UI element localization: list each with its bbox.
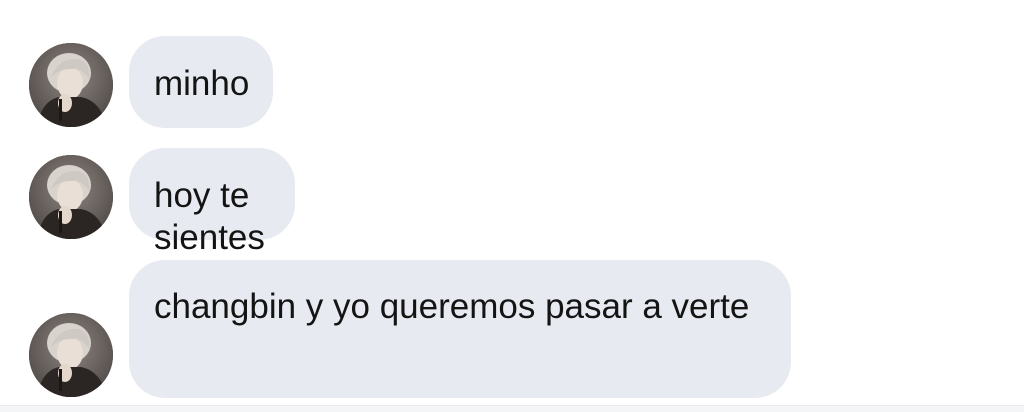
message-bubble[interactable]: hoy te sientes bien para visitas? xyxy=(129,148,295,383)
message-bubble[interactable]: minho xyxy=(129,36,274,128)
message-text: changbin y yo queremos pasar a verte xyxy=(154,287,750,326)
avatar-photo-icon xyxy=(29,43,113,127)
avatar-photo-icon xyxy=(29,155,113,239)
avatar[interactable] xyxy=(29,43,113,127)
avatar[interactable] xyxy=(29,313,113,397)
message-bubble[interactable]: changbin y yo queremos pasar a verte xyxy=(129,260,791,398)
divider xyxy=(0,405,1024,412)
avatar-photo-icon xyxy=(29,313,113,397)
avatar[interactable] xyxy=(29,155,113,239)
message-text: minho xyxy=(154,64,250,103)
